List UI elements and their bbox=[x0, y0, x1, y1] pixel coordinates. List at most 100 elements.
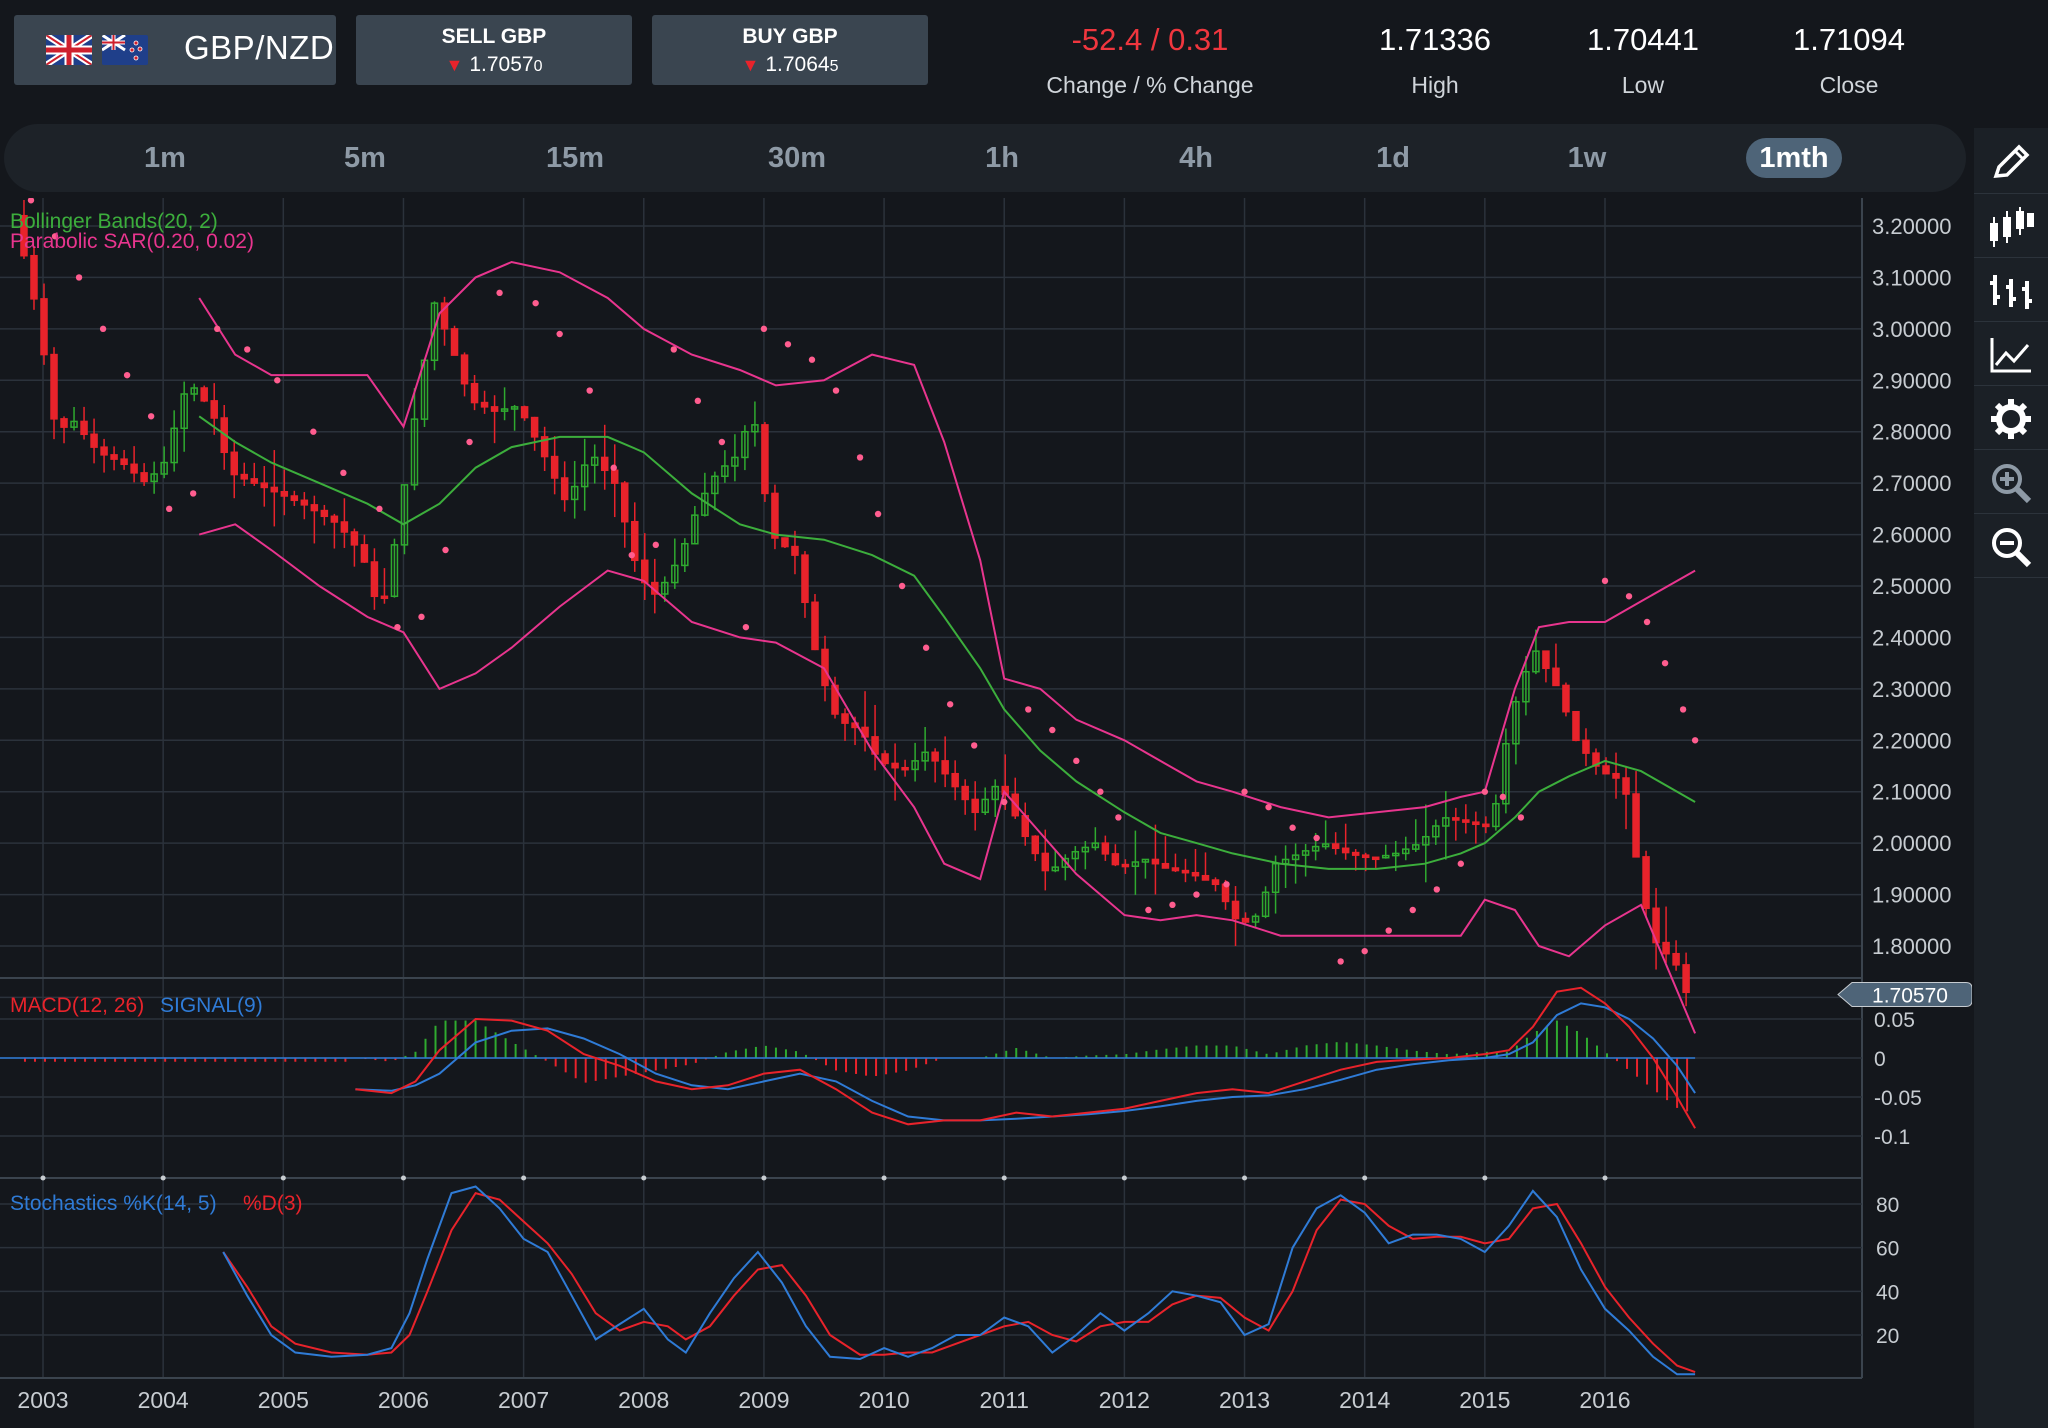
price-tick-label: 2.50000 bbox=[1872, 574, 1952, 599]
candle-body bbox=[1161, 862, 1170, 869]
candle-body bbox=[1642, 856, 1650, 910]
candle-body bbox=[50, 353, 58, 420]
candle-body bbox=[140, 472, 148, 483]
candle-body bbox=[490, 406, 499, 412]
tab-4h[interactable]: 4h bbox=[1148, 138, 1244, 178]
divider-dot bbox=[1482, 1175, 1488, 1181]
candle-body bbox=[1341, 847, 1350, 854]
candle-body bbox=[1331, 843, 1340, 850]
zoom-out-icon[interactable] bbox=[1974, 517, 2048, 578]
sar-dot bbox=[1193, 891, 1200, 898]
candle-body bbox=[520, 406, 529, 419]
tab-1mth[interactable]: 1mth bbox=[1746, 138, 1842, 178]
candle-body bbox=[1572, 710, 1580, 742]
macd-histogram bbox=[23, 1020, 1689, 1112]
candle-body bbox=[370, 561, 379, 598]
candle-body bbox=[250, 478, 259, 484]
high-value: 1.71336 bbox=[1378, 22, 1492, 57]
sar-dot bbox=[1499, 793, 1507, 801]
stoch-d-line bbox=[222, 1191, 1696, 1374]
candle-body bbox=[280, 490, 289, 497]
candle-body bbox=[600, 456, 609, 472]
buy-price-pip: 5 bbox=[829, 58, 839, 75]
sar-dot bbox=[1241, 788, 1248, 795]
candle-body bbox=[120, 458, 128, 466]
divider-dot bbox=[1242, 1175, 1248, 1181]
sar-dot bbox=[1601, 577, 1609, 585]
price-tick-label: 3.00000 bbox=[1872, 317, 1952, 342]
sar-dot bbox=[1385, 927, 1392, 934]
candle-body bbox=[1582, 739, 1590, 754]
candle-body bbox=[1211, 879, 1220, 886]
candle-body bbox=[801, 554, 809, 604]
buy-price-main: 1.7064 bbox=[765, 53, 830, 76]
buy-button[interactable]: BUY GBP ▼ 1.70645 bbox=[652, 15, 928, 85]
candle-body bbox=[1241, 917, 1250, 923]
tab-1h[interactable]: 1h bbox=[954, 138, 1050, 178]
line-chart-icon[interactable] bbox=[1974, 325, 2048, 386]
candle-body bbox=[550, 455, 559, 479]
candle-body bbox=[941, 760, 949, 775]
candle-body bbox=[1632, 793, 1640, 858]
sar-dot bbox=[376, 505, 383, 513]
pencil-icon[interactable] bbox=[1974, 133, 2048, 194]
candle-body bbox=[460, 354, 469, 385]
candle-body bbox=[1031, 835, 1040, 855]
header-bar: GBP/NZD SELL GBP ▼ 1.70570 BUY GBP ▼ 1.706… bbox=[0, 0, 2048, 120]
candle-body bbox=[240, 473, 249, 480]
tab-1d[interactable]: 1d bbox=[1345, 138, 1441, 178]
instrument-selector[interactable]: GBP/NZD bbox=[14, 15, 336, 85]
sar-dot bbox=[466, 438, 473, 446]
sar-dot bbox=[496, 289, 503, 297]
candle-body bbox=[480, 401, 489, 408]
tab-5m[interactable]: 5m bbox=[317, 138, 413, 178]
sar-dot bbox=[1361, 947, 1368, 955]
close-stat: 1.71094 Close bbox=[1774, 22, 1924, 99]
price-tick-label: 2.90000 bbox=[1872, 368, 1952, 393]
sar-dot bbox=[442, 546, 449, 554]
price-chart[interactable]: 3.20000 3.10000 3.00000 2.90000 2.80000 2.700… bbox=[0, 198, 1972, 1428]
divider-dot bbox=[1001, 1175, 1007, 1181]
sar-dot bbox=[1001, 798, 1008, 806]
zoom-in-icon[interactable] bbox=[1974, 453, 2048, 514]
sar-dot bbox=[1661, 659, 1669, 667]
sar-dot bbox=[147, 413, 155, 420]
candle-body bbox=[1672, 952, 1680, 966]
tab-1m[interactable]: 1m bbox=[117, 138, 213, 178]
x-tick-label: 2009 bbox=[738, 1387, 789, 1413]
x-tick-label: 2008 bbox=[618, 1387, 669, 1413]
sar-dot bbox=[784, 341, 792, 348]
buy-price: ▼ 1.70645 bbox=[652, 53, 928, 77]
candlestick-icon[interactable] bbox=[1974, 197, 2048, 258]
candle-body bbox=[1361, 854, 1370, 859]
candle-body bbox=[1121, 863, 1130, 868]
sar-dot bbox=[1049, 726, 1056, 734]
candle-body bbox=[641, 559, 649, 584]
sell-button[interactable]: SELL GBP ▼ 1.70570 bbox=[356, 15, 632, 85]
bar-chart-icon[interactable] bbox=[1974, 261, 2048, 322]
stoch-k-label: Stochastics %K(14, 5) bbox=[10, 1192, 217, 1215]
stoch-tick-label: 40 bbox=[1876, 1281, 1899, 1304]
candle-body bbox=[1101, 842, 1110, 855]
sar-dot bbox=[418, 613, 425, 621]
candle-body bbox=[901, 766, 909, 771]
tab-1w[interactable]: 1w bbox=[1539, 138, 1635, 178]
x-tick-label: 2013 bbox=[1219, 1387, 1270, 1413]
tab-15m[interactable]: 15m bbox=[527, 138, 623, 178]
sar-dot bbox=[760, 325, 768, 333]
candle-body bbox=[470, 382, 479, 404]
x-tick-label: 2005 bbox=[258, 1387, 309, 1413]
price-tick-label: 2.20000 bbox=[1872, 728, 1952, 753]
divider-dot bbox=[1121, 1175, 1127, 1181]
down-arrow-icon: ▼ bbox=[445, 55, 464, 75]
sar-dot bbox=[1481, 788, 1489, 795]
sar-dot bbox=[214, 325, 221, 333]
tab-30m[interactable]: 30m bbox=[749, 138, 845, 178]
sar-dot bbox=[189, 490, 197, 497]
gear-icon[interactable] bbox=[1974, 389, 2048, 450]
candle-body bbox=[620, 482, 629, 523]
candle-body bbox=[450, 328, 459, 356]
divider-dot bbox=[40, 1175, 46, 1181]
sar-dot bbox=[856, 454, 864, 461]
price-tick-label: 2.10000 bbox=[1872, 780, 1952, 805]
